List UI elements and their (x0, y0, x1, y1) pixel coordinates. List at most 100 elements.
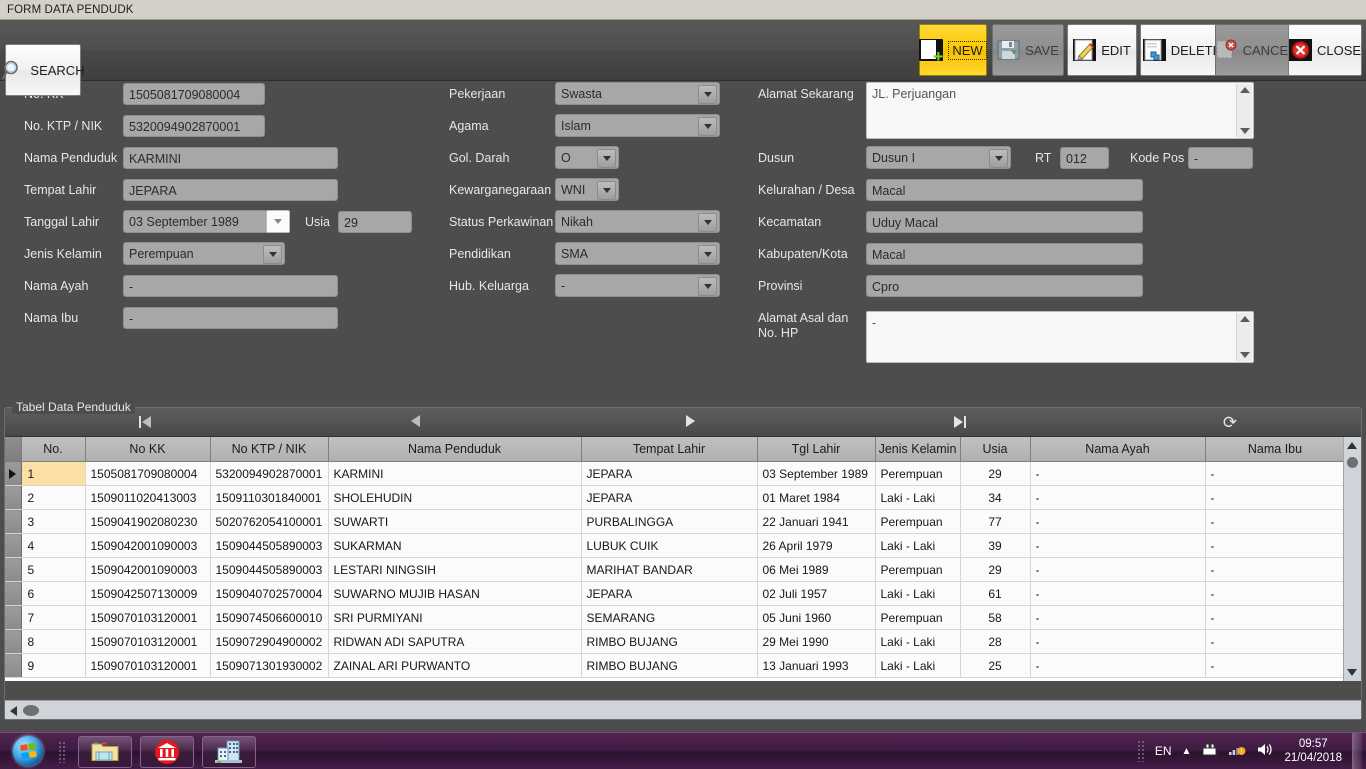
save-button[interactable]: SAVE (992, 24, 1064, 76)
row-indicator[interactable] (5, 461, 22, 486)
search-button[interactable]: SEARCH (2, 44, 85, 96)
table-cell[interactable]: 7 (21, 605, 86, 630)
chevron-down-icon[interactable] (698, 213, 717, 232)
table-cell[interactable]: 1509072904900002 (210, 629, 329, 654)
table-cell[interactable]: SEMARANG (581, 605, 758, 630)
clock[interactable]: 09:57 21/04/2018 (1284, 737, 1342, 765)
removable-media-icon[interactable] (1201, 742, 1218, 761)
table-cell[interactable]: 25 (960, 653, 1031, 678)
field-tanggal-lahir[interactable]: 03 September 1989 (123, 210, 268, 233)
table-cell[interactable]: - (1030, 485, 1206, 510)
table-cell[interactable]: 1509070103120001 (85, 653, 211, 678)
grid-horizontal-scrollbar[interactable] (5, 700, 1361, 719)
table-cell[interactable]: 29 Mei 1990 (757, 629, 876, 654)
chevron-down-icon[interactable] (698, 277, 717, 296)
table-cell[interactable]: - (1030, 533, 1206, 558)
table-cell[interactable]: KARMINI (328, 461, 582, 486)
field-kabupaten-kota[interactable]: Macal (866, 243, 1143, 265)
table-row[interactable]: 2 1509011020413003 1509110301840001 SHOLEHU… (5, 485, 1346, 510)
table-cell[interactable]: Laki - Laki (875, 653, 961, 678)
column-header-nama-ayah[interactable]: Nama Ayah (1030, 437, 1206, 462)
table-cell[interactable]: 1509070103120001 (85, 605, 211, 630)
table-cell[interactable]: LUBUK CUIK (581, 533, 758, 558)
table-cell[interactable]: 58 (960, 605, 1031, 630)
field-rt[interactable]: 012 (1060, 147, 1109, 169)
scroll-left-icon[interactable] (10, 706, 17, 716)
table-cell[interactable]: 5320094902870001 (210, 461, 329, 486)
row-indicator[interactable] (5, 581, 22, 606)
table-cell[interactable]: RIDWAN ADI SAPUTRA (328, 629, 582, 654)
table-cell[interactable]: 01 Maret 1984 (757, 485, 876, 510)
taskbar-item-building-app[interactable] (202, 736, 256, 768)
table-cell[interactable]: - (1030, 461, 1206, 486)
table-cell[interactable]: MARIHAT BANDAR (581, 557, 758, 582)
nav-prev-button[interactable] (375, 408, 455, 436)
data-grid[interactable]: No. No KK No KTP / NIK Nama Penduduk Tem… (5, 437, 1361, 681)
table-cell[interactable]: - (1030, 581, 1206, 606)
chevron-down-icon[interactable] (597, 149, 616, 168)
table-row[interactable]: 9 1509070103120001 1509071301930002 ZAINAL … (5, 653, 1346, 678)
field-nama-penduduk[interactable]: KARMINI (123, 147, 338, 169)
table-cell[interactable]: - (1205, 653, 1346, 678)
scrollbar-alamat-asal[interactable] (1236, 313, 1252, 361)
chevron-down-icon[interactable] (263, 245, 282, 264)
language-indicator[interactable]: EN (1155, 744, 1172, 758)
table-cell[interactable]: 1509110301840001 (210, 485, 329, 510)
table-cell[interactable]: 1505081709080004 (85, 461, 211, 486)
new-button[interactable]: NEW (919, 24, 987, 76)
nav-refresh-button[interactable]: ⟳ (1190, 408, 1270, 436)
taskbar-item-bank-app[interactable] (140, 736, 194, 768)
column-header-jenis-kelamin[interactable]: Jenis Kelamin (875, 437, 961, 462)
table-cell[interactable]: 1509040702570004 (210, 581, 329, 606)
table-cell[interactable]: - (1205, 557, 1346, 582)
select-pekerjaan[interactable]: Swasta (555, 82, 720, 105)
table-cell[interactable]: 22 Januari 1941 (757, 509, 876, 534)
column-header-no-ktp[interactable]: No KTP / NIK (210, 437, 329, 462)
edit-button[interactable]: EDIT (1067, 24, 1137, 76)
select-agama[interactable]: Islam (555, 114, 720, 137)
nav-last-button[interactable] (920, 408, 1000, 436)
scroll-up-icon[interactable] (1239, 316, 1250, 322)
field-tempat-lahir[interactable]: JEPARA (123, 179, 338, 201)
nav-next-button[interactable] (650, 408, 730, 436)
table-row[interactable]: 4 1509042001090003 1509044505890003 SUKARMA… (5, 533, 1346, 558)
table-cell[interactable]: Laki - Laki (875, 485, 961, 510)
table-cell[interactable]: Laki - Laki (875, 581, 961, 606)
table-cell[interactable]: 1509042001090003 (85, 533, 211, 558)
row-indicator[interactable] (5, 557, 22, 582)
table-cell[interactable]: PURBALINGGA (581, 509, 758, 534)
table-cell[interactable]: 1509042001090003 (85, 557, 211, 582)
table-cell[interactable]: Laki - Laki (875, 629, 961, 654)
table-cell[interactable]: - (1205, 581, 1346, 606)
row-indicator[interactable] (5, 629, 22, 654)
table-row[interactable]: 1 1505081709080004 5320094902870001 KARMINI… (5, 461, 1346, 486)
table-cell[interactable]: - (1030, 653, 1206, 678)
field-kelurahan-desa[interactable]: Macal (866, 179, 1143, 201)
scroll-up-icon[interactable] (1239, 87, 1250, 93)
select-pendidikan[interactable]: SMA (555, 242, 720, 265)
scroll-down-icon[interactable] (1239, 352, 1250, 358)
table-cell[interactable]: 1 (21, 461, 86, 486)
table-cell[interactable]: - (1205, 605, 1346, 630)
table-cell[interactable]: RIMBO BUJANG (581, 629, 758, 654)
scrollbar-alamat-sekarang[interactable] (1236, 84, 1252, 137)
table-cell[interactable]: 1509070103120001 (85, 629, 211, 654)
row-indicator[interactable] (5, 533, 22, 558)
table-cell[interactable]: JEPARA (581, 581, 758, 606)
table-cell[interactable]: 29 (960, 557, 1031, 582)
table-cell[interactable]: 03 September 1989 (757, 461, 876, 486)
table-cell[interactable]: 26 April 1979 (757, 533, 876, 558)
table-cell[interactable]: - (1205, 461, 1346, 486)
table-cell[interactable]: Laki - Laki (875, 533, 961, 558)
chevron-down-icon[interactable] (698, 245, 717, 264)
table-cell[interactable]: 5 (21, 557, 86, 582)
table-cell[interactable]: 77 (960, 509, 1031, 534)
row-indicator[interactable] (5, 485, 22, 510)
table-cell[interactable]: 1509071301930002 (210, 653, 329, 678)
date-picker-button[interactable] (266, 210, 290, 233)
table-cell[interactable]: LESTARI NINGSIH (328, 557, 582, 582)
table-cell[interactable]: 29 (960, 461, 1031, 486)
field-nama-ayah[interactable]: - (123, 275, 338, 297)
table-cell[interactable]: Perempuan (875, 557, 961, 582)
column-header-nama-ibu[interactable]: Nama Ibu (1205, 437, 1346, 462)
